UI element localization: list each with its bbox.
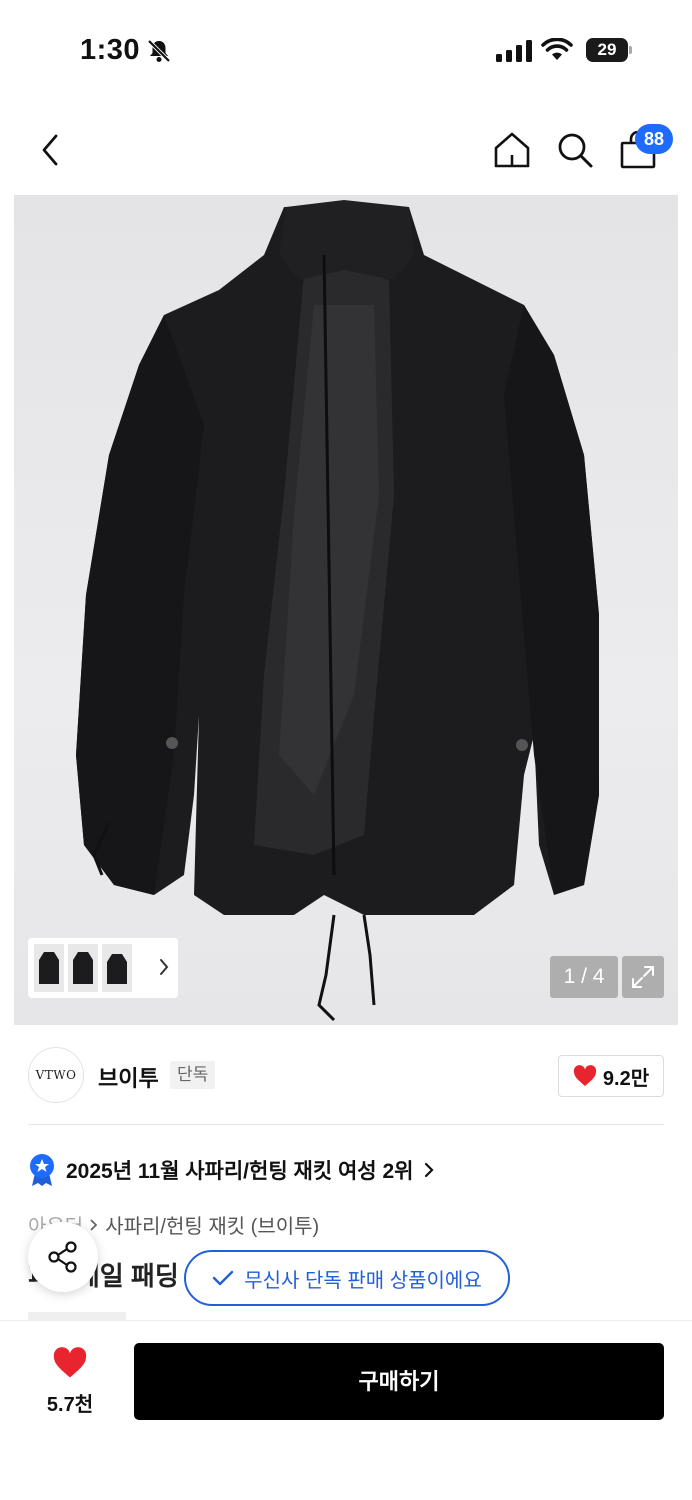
home-button[interactable] xyxy=(486,124,538,176)
bottom-action-bar: 5.7천 구매하기 xyxy=(0,1320,692,1500)
share-button[interactable] xyxy=(28,1222,98,1292)
product-image[interactable] xyxy=(14,195,678,1025)
brand-logo[interactable]: VTWO xyxy=(28,1047,84,1103)
top-nav xyxy=(0,110,692,190)
battery-level: 29 xyxy=(586,38,628,62)
coat-thumb-icon xyxy=(73,952,93,984)
cart-count-badge: 88 xyxy=(635,124,673,154)
status-bar: 1:30 29 xyxy=(0,0,692,100)
expand-image-button[interactable] xyxy=(622,956,664,998)
ranking-link[interactable]: 2025년 11월 사파리/헌팅 재킷 여성 2위 xyxy=(28,1150,435,1190)
battery-cap xyxy=(629,46,632,54)
thumbnail-1[interactable] xyxy=(34,944,64,992)
share-icon xyxy=(48,1241,77,1273)
heart-icon xyxy=(53,1347,87,1378)
chevron-right-icon xyxy=(425,1162,435,1178)
product-like-button[interactable]: 5.7천 xyxy=(30,1347,110,1417)
heart-icon xyxy=(573,1065,597,1086)
chevron-left-icon xyxy=(42,134,58,166)
exclusive-tag: 단독 xyxy=(170,1061,216,1089)
battery-indicator: 29 xyxy=(586,38,632,62)
chevron-right-icon xyxy=(90,1218,98,1231)
expand-icon xyxy=(632,966,654,988)
search-button[interactable] xyxy=(549,124,601,176)
home-icon xyxy=(494,132,530,168)
chevron-right-icon xyxy=(160,959,169,975)
check-icon xyxy=(213,1270,234,1286)
buy-button[interactable]: 구매하기 xyxy=(134,1343,664,1420)
breadcrumb-current[interactable]: 사파리/헌팅 재킷 (브이투) xyxy=(105,1210,319,1239)
thumbnail-strip[interactable] xyxy=(28,938,178,998)
wifi-icon xyxy=(541,38,573,60)
ranking-badge-icon xyxy=(30,1154,54,1186)
brand-like-button[interactable]: 9.2만 xyxy=(558,1055,664,1097)
bell-muted-icon xyxy=(147,39,171,63)
ranking-text: 2025년 11월 사파리/헌팅 재킷 여성 2위 xyxy=(66,1160,414,1183)
back-button[interactable] xyxy=(24,124,76,176)
brand-logo-text: VTWO xyxy=(35,1068,77,1082)
coat-illustration xyxy=(76,200,599,1022)
coat-thumb-icon xyxy=(39,952,59,984)
image-page-indicator: 1 / 4 xyxy=(550,956,618,998)
brand-row: VTWO 브이투 단독 9.2만 xyxy=(0,1045,692,1107)
thumbnail-3[interactable] xyxy=(102,944,132,992)
cellular-signal-icon xyxy=(496,40,532,62)
thumbnail-2[interactable] xyxy=(68,944,98,992)
search-icon xyxy=(558,133,593,168)
brand-like-count: 9.2만 xyxy=(602,1067,650,1090)
exclusive-notice-text: 무신사 단독 판매 상품이에요 xyxy=(244,1269,482,1292)
status-time: 1:30 xyxy=(80,34,141,66)
divider xyxy=(28,1124,664,1125)
exclusive-notice-toast: 무신사 단독 판매 상품이에요 xyxy=(184,1250,510,1306)
coat-thumb-icon xyxy=(107,954,127,984)
product-like-count: 5.7천 xyxy=(46,1394,94,1416)
brand-name[interactable]: 브이투 xyxy=(98,1061,159,1093)
